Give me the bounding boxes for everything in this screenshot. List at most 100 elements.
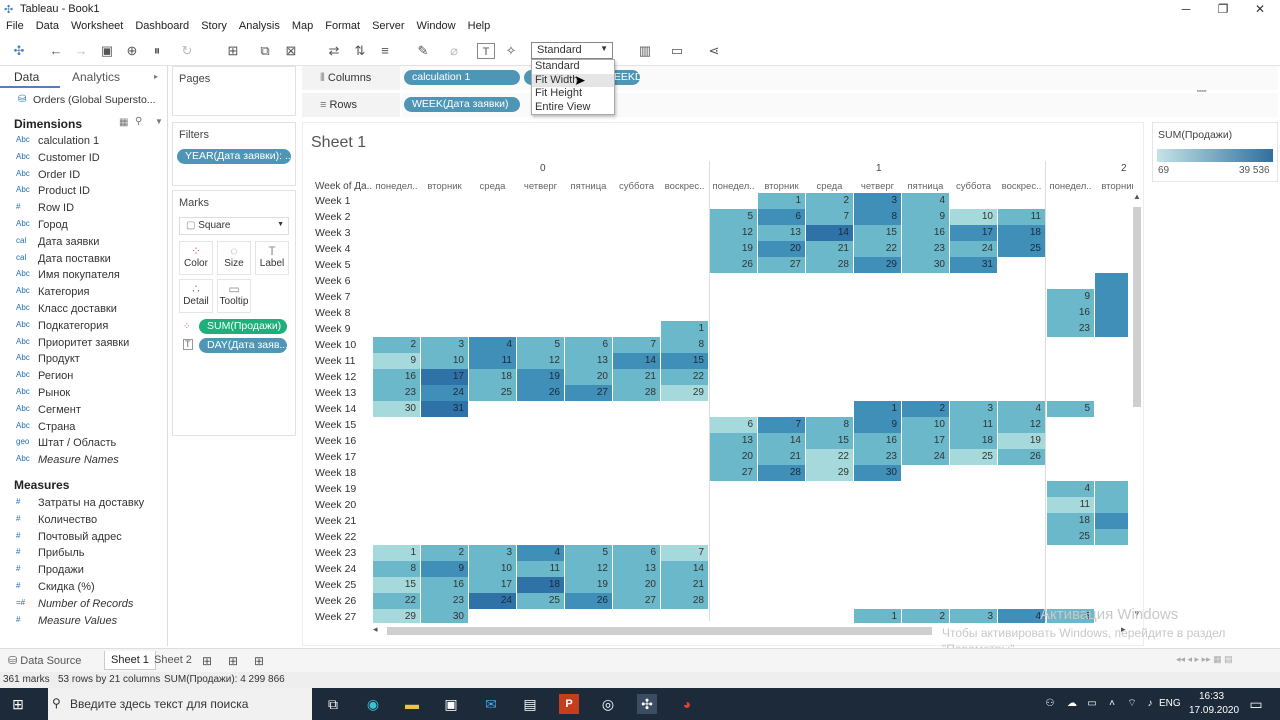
calendar-cell[interactable]: 30 [854,465,901,481]
network-icon[interactable]: ▭ [1082,694,1102,714]
calendar-cell[interactable]: 19 [710,241,757,257]
calendar-cell[interactable]: 9 [421,561,468,577]
calendar-cell[interactable]: 24 [421,385,468,401]
new-dashboard-tab-icon[interactable]: ⊞ [228,654,238,668]
calendar-cell[interactable]: 5 [710,209,757,225]
chevron-down-icon[interactable]: ▼ [155,117,163,126]
calendar-cell[interactable]: 23 [1047,321,1094,337]
calendar-cell[interactable]: 10 [421,353,468,369]
calendar-cell[interactable]: 29 [373,609,420,623]
calendar-cell[interactable]: 7 [758,417,805,433]
horizontal-scroll-thumb[interactable] [387,627,932,635]
file-explorer-icon[interactable]: ▬ [402,694,422,714]
calendar-cell[interactable]: 21 [758,449,805,465]
calendar-cell[interactable]: 10 [469,561,516,577]
calendar-cell[interactable]: 20 [710,449,757,465]
calendar-cell[interactable]: 15 [373,577,420,593]
calendar-cell[interactable]: 12 [517,353,564,369]
pause-updates-icon[interactable]: ⏸ [148,43,166,59]
calendar-cell[interactable]: 26 [710,257,757,273]
calendar-cell[interactable]: 20 [565,369,612,385]
calendar-cell[interactable]: 27 [758,257,805,273]
view-grid-icon[interactable]: ▦ [119,117,128,128]
wifi-icon[interactable]: ⌔ [1122,694,1142,714]
calendar-cell[interactable]: 14 [661,561,708,577]
presentation-mode-icon[interactable]: ▭ [668,43,686,59]
calendar-cell[interactable]: 11 [998,209,1045,225]
calendar-cell[interactable] [1095,289,1128,305]
calendar-cell[interactable]: 21 [806,241,853,257]
calendar-cell[interactable]: 5 [517,337,564,353]
field-item[interactable]: Abc Order ID [0,168,168,185]
refresh-icon[interactable]: ↻ [178,43,196,59]
calendar-cell[interactable]: 2 [421,545,468,561]
calendar-cell[interactable]: 16 [902,225,949,241]
calendar-cell[interactable]: 18 [998,225,1045,241]
calendar-cell[interactable]: 30 [421,609,468,623]
field-item[interactable]: =# Number of Records [0,597,168,614]
calendar-cell[interactable]: 25 [1047,529,1094,545]
calendar-cell[interactable]: 3 [469,545,516,561]
calendar-cell[interactable]: 9 [854,417,901,433]
task-view-icon[interactable]: ⧉ [323,694,343,714]
maximize-button[interactable]: ❐ [1205,0,1241,18]
calendar-cell[interactable]: 11 [1047,497,1094,513]
calendar-cell[interactable]: 8 [806,417,853,433]
calendar-cell[interactable]: 10 [950,209,997,225]
calendar-cell[interactable]: 30 [373,401,420,417]
search-icon[interactable]: ⚲ [135,116,142,127]
menu-story[interactable]: Story [195,18,233,32]
tab-sheet-1[interactable]: Sheet 1 [104,651,156,670]
menu-help[interactable]: Help [462,18,497,32]
calendar-cell[interactable]: 23 [902,241,949,257]
calendar-cell[interactable]: 14 [806,225,853,241]
calendar-cell[interactable]: 13 [710,433,757,449]
sheet-navigation-icons[interactable]: ◂◂ ◂ ▸ ▸▸ ▦ ▤ [1176,654,1233,665]
calendar-cell[interactable]: 29 [806,465,853,481]
calendar-cell[interactable]: 18 [1047,513,1094,529]
menu-data[interactable]: Data [30,18,65,32]
field-item[interactable]: # Скидка (%) [0,580,168,597]
calendar-cell[interactable]: 11 [950,417,997,433]
calendar-cell[interactable]: 7 [613,337,660,353]
tab-sheet-2[interactable]: Sheet 2 [154,654,192,666]
fit-option-fit-width[interactable]: Fit Width [532,73,614,87]
field-item[interactable]: Abc Имя покупателя [0,268,168,285]
notifications-icon[interactable]: ▭ [1246,694,1266,714]
calendar-cell[interactable]: 16 [373,369,420,385]
edge-browser-icon[interactable]: ◉ [363,694,383,714]
fit-option-fit-height[interactable]: Fit Height [532,87,614,101]
calendar-cell[interactable]: 16 [1047,305,1094,321]
calendar-cell[interactable]: 22 [373,593,420,609]
label-button[interactable]: T Label [255,241,289,275]
calendar-cell[interactable]: 1 [661,321,708,337]
chrome-icon[interactable]: ◕ [677,694,697,714]
calendar-cell[interactable]: 29 [661,385,708,401]
menu-window[interactable]: Window [411,18,462,32]
field-item[interactable]: # Measure Values [0,614,168,631]
calendar-cell[interactable]: 1 [758,193,805,209]
calendar-cell[interactable]: 2 [902,609,949,623]
tableau-home-icon[interactable]: ✣ [10,43,28,59]
calendar-cell[interactable]: 21 [613,369,660,385]
calendar-cell[interactable]: 15 [854,225,901,241]
calendar-cell[interactable]: 26 [998,449,1045,465]
menu-file[interactable]: File [0,18,30,32]
calendar-cell[interactable]: 17 [469,577,516,593]
calendar-cell[interactable]: 23 [854,449,901,465]
field-item[interactable]: geo Штат / Область [0,436,168,453]
calendar-cell[interactable]: 24 [950,241,997,257]
clock-time[interactable]: 16:33 [1199,691,1224,702]
people-icon[interactable]: ⚇ [1040,694,1060,714]
calendar-cell[interactable]: 10 [902,417,949,433]
calendar-cell[interactable]: 11 [469,353,516,369]
calendar-cell[interactable]: 28 [806,257,853,273]
new-worksheet-icon[interactable]: ⊞ [224,43,242,59]
field-item[interactable]: cal Дата поставки [0,252,168,269]
language-indicator[interactable]: ENG [1159,698,1181,709]
minimize-button[interactable]: ─ [1168,0,1204,18]
calendar-cell[interactable]: 14 [613,353,660,369]
field-item[interactable]: Abc Регион [0,369,168,386]
calendar-cell[interactable]: 20 [613,577,660,593]
calendar-cell[interactable]: 24 [902,449,949,465]
